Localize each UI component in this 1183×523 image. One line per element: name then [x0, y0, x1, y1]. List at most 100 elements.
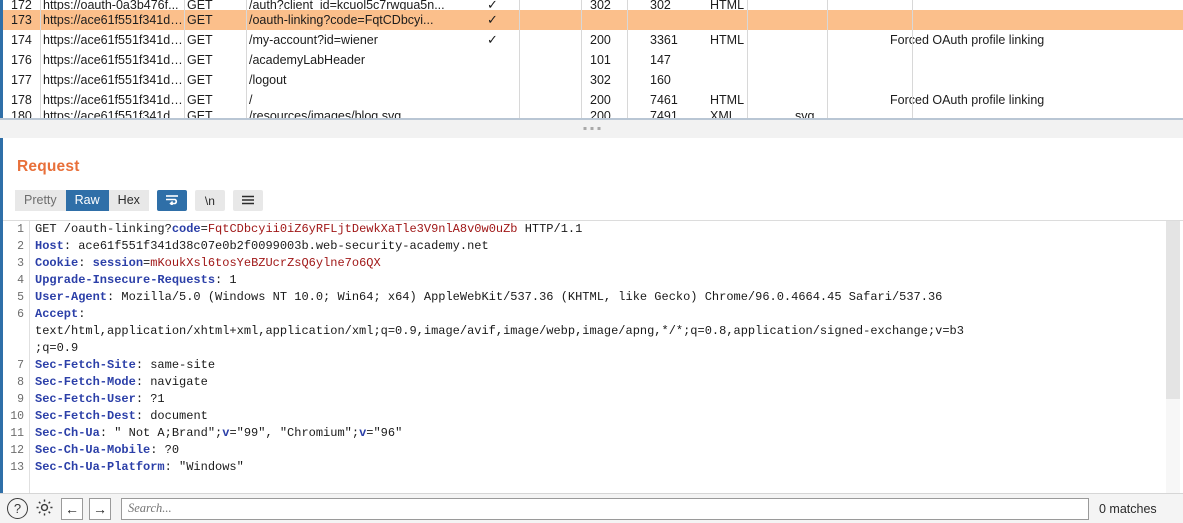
row-extension	[795, 50, 890, 70]
line-segment: =	[200, 222, 208, 236]
line-text: Sec-Fetch-Mode: navigate	[29, 374, 208, 391]
request-line: text/html,application/xhtml+xml,applicat…	[3, 323, 1183, 340]
row-title	[890, 0, 1150, 10]
row-title	[890, 110, 1150, 118]
row-url: /auth?client_id=kcuol5c7rwgua5n...	[249, 0, 445, 10]
row-params	[544, 0, 590, 10]
line-segment: ;q=0.9	[35, 341, 79, 355]
request-line: 12 Sec-Ch-Ua-Mobile: ?0	[3, 442, 1183, 459]
tab-hex[interactable]: Hex	[108, 190, 149, 211]
table-row[interactable]: 178 https://ace61f551f341d38c... GET / 200 74…	[3, 90, 1183, 110]
line-text: Accept:	[29, 306, 93, 323]
row-length: 147	[650, 53, 671, 67]
line-segment: : " Not A;Brand";	[99, 426, 223, 440]
table-row[interactable]: 173 https://ace61f551f341d38c... GET/oauth…	[3, 10, 1183, 30]
search-input[interactable]	[121, 497, 1089, 520]
row-mime: XML	[710, 110, 736, 118]
row-params	[544, 50, 590, 70]
row-length: 160	[650, 73, 671, 87]
row-method: GET	[187, 13, 213, 27]
tab-pretty[interactable]: Pretty	[15, 190, 66, 211]
table-row[interactable]: 176 https://ace61f551f341d38c... GET/acade…	[3, 50, 1183, 70]
editor-scrollbar-thumb[interactable]	[1166, 221, 1180, 399]
http-history-table[interactable]: 172 https://oauth-0a3b476f... GET/auth?cli…	[0, 0, 1183, 118]
row-extension	[795, 0, 890, 10]
line-number: 9	[17, 393, 24, 406]
line-text: Host: ace61f551f341d38c07e0b2f0099003b.w…	[29, 238, 489, 255]
row-mime	[710, 50, 795, 70]
line-segment: Sec-Fetch-Dest	[35, 409, 136, 423]
request-line: 1 GET /oauth-linking?code=FqtCDbcyii0iZ6y…	[3, 221, 1183, 238]
row-mime	[710, 70, 795, 90]
search-previous-button[interactable]: ←	[61, 497, 83, 520]
word-wrap-icon	[165, 194, 179, 207]
request-line: 10 Sec-Fetch-Dest: document	[3, 408, 1183, 425]
row-id: 176	[11, 53, 32, 67]
settings-button[interactable]	[33, 498, 55, 520]
line-text: text/html,application/xhtml+xml,applicat…	[29, 323, 964, 340]
line-segment: code	[171, 222, 201, 236]
line-number: 3	[17, 257, 24, 270]
gear-icon	[35, 498, 54, 520]
line-segment: : ?0	[150, 443, 180, 457]
request-message-editor[interactable]: 1 GET /oauth-linking?code=FqtCDbcyii0iZ6y…	[3, 220, 1183, 493]
show-newlines-toggle-button[interactable]: \n	[194, 190, 225, 211]
row-method: GET	[187, 73, 213, 87]
table-row[interactable]: 177 https://ace61f551f341d38c... GET/logou…	[3, 70, 1183, 90]
row-extension: svg	[795, 110, 815, 118]
row-length: 7461	[650, 93, 678, 107]
editor-vertical-scrollbar[interactable]	[1166, 221, 1180, 493]
search-next-button[interactable]: →	[89, 497, 111, 520]
line-text: ;q=0.9	[29, 340, 78, 357]
help-button[interactable]: ?	[7, 498, 28, 519]
table-row[interactable]: 180 https://ace61f551f341d38c GET/resource…	[3, 110, 1183, 118]
row-url: /logout	[249, 73, 287, 87]
line-segment: Sec-Fetch-Site	[35, 358, 136, 372]
line-number: 12	[10, 444, 24, 457]
word-wrap-toggle-button[interactable]	[156, 190, 187, 211]
line-segment: Host	[35, 239, 64, 253]
row-extension	[795, 30, 890, 50]
request-line: 6 Accept:	[3, 306, 1183, 323]
row-mime: HTML	[710, 33, 745, 47]
question-mark-icon: ?	[13, 501, 22, 516]
row-id: 172	[11, 0, 32, 10]
row-length: 3361	[650, 33, 678, 47]
line-segment: : "Windows"	[164, 460, 244, 474]
tab-raw[interactable]: Raw	[65, 190, 109, 211]
row-edited	[481, 90, 544, 110]
table-row[interactable]: 174 https://ace61f551f341d38c... GET/my-ac…	[3, 30, 1183, 50]
line-segment: ="96"	[366, 426, 403, 440]
line-segment: GET /oauth-linking?	[35, 222, 172, 236]
table-row[interactable]: 172 https://oauth-0a3b476f... GET/auth?cli…	[3, 0, 1183, 10]
row-edited	[481, 110, 544, 118]
row-title: Forced OAuth profile linking	[890, 93, 1045, 107]
request-line: 8 Sec-Fetch-Mode: navigate	[3, 374, 1183, 391]
line-segment: mKoukXsl6tosYeBZUcrZsQ6ylne7o6QX	[150, 256, 381, 270]
row-status	[590, 10, 650, 30]
request-line: 4 Upgrade-Insecure-Requests: 1	[3, 272, 1183, 289]
line-segment: text/html,application/xhtml+xml,applicat…	[35, 324, 964, 338]
row-host: https://ace61f551f341d38c...	[43, 73, 187, 87]
panel-splitter[interactable]	[0, 118, 1183, 138]
row-extension	[795, 90, 890, 110]
row-extension	[795, 10, 890, 30]
line-number: 11	[10, 427, 24, 440]
row-url: /my-account?id=wiener	[249, 33, 378, 47]
row-method: GET	[187, 0, 213, 10]
line-segment: Sec-Ch-Ua-Platform	[35, 460, 165, 474]
row-params	[544, 90, 590, 110]
row-mime: HTML	[710, 93, 745, 107]
line-number: 10	[10, 410, 24, 423]
row-url: /oauth-linking?code=FqtCDbcyi...	[249, 13, 434, 27]
line-segment: Cookie	[35, 256, 79, 270]
row-status: 200	[590, 33, 611, 47]
request-panel: Request Pretty Raw Hex \n 1 GET /oauth-l…	[0, 138, 1183, 493]
line-segment: Sec-Ch-Ua-Mobile	[35, 443, 151, 457]
row-extension	[795, 70, 890, 90]
row-mime: HTML	[710, 0, 745, 10]
action-menu-button[interactable]	[232, 190, 263, 211]
line-segment: Sec-Fetch-Mode	[35, 375, 136, 389]
request-line: ;q=0.9	[3, 340, 1183, 357]
row-url: /academyLabHeader	[249, 53, 366, 67]
